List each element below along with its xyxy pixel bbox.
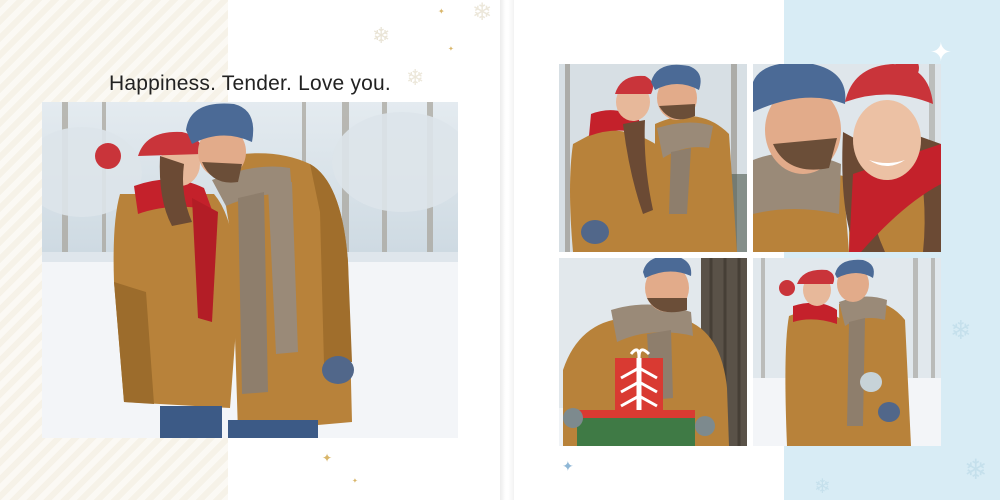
snowflake-icon: ❄ — [964, 453, 988, 486]
star-icon: ✦ — [448, 45, 454, 53]
star-icon: ✦ — [562, 459, 574, 475]
right-page: ✦ ❄ ❄ ❄ ✦ — [514, 0, 1000, 500]
snowflake-icon: ❄ — [814, 474, 831, 498]
photo-couple-closeup[interactable] — [753, 64, 941, 252]
star-icon: ✦ — [930, 38, 952, 68]
snowflake-icon: ❄ — [950, 316, 972, 346]
page-gutter — [500, 0, 514, 500]
star-icon: ✦ — [352, 477, 358, 485]
snowflake-icon: ❄ — [472, 0, 493, 26]
photo-couple-standing[interactable] — [753, 258, 941, 446]
photo-couple-hug[interactable] — [559, 64, 747, 252]
left-page: ❄ ❄ ❄ ✦ ✦ ✦ ✦ Happiness. Tender. Love yo… — [0, 0, 500, 500]
star-icon: ✦ — [438, 7, 445, 16]
main-photo-couple-kissing[interactable] — [42, 102, 458, 438]
photo-man-with-gifts[interactable] — [559, 258, 747, 446]
star-icon: ✦ — [322, 451, 333, 465]
page-title: Happiness. Tender. Love you. — [109, 72, 391, 95]
photobook-spread: ❄ ❄ ❄ ✦ ✦ ✦ ✦ Happiness. Tender. Love yo… — [0, 0, 1000, 500]
snowflake-icon: ❄ — [372, 24, 391, 49]
